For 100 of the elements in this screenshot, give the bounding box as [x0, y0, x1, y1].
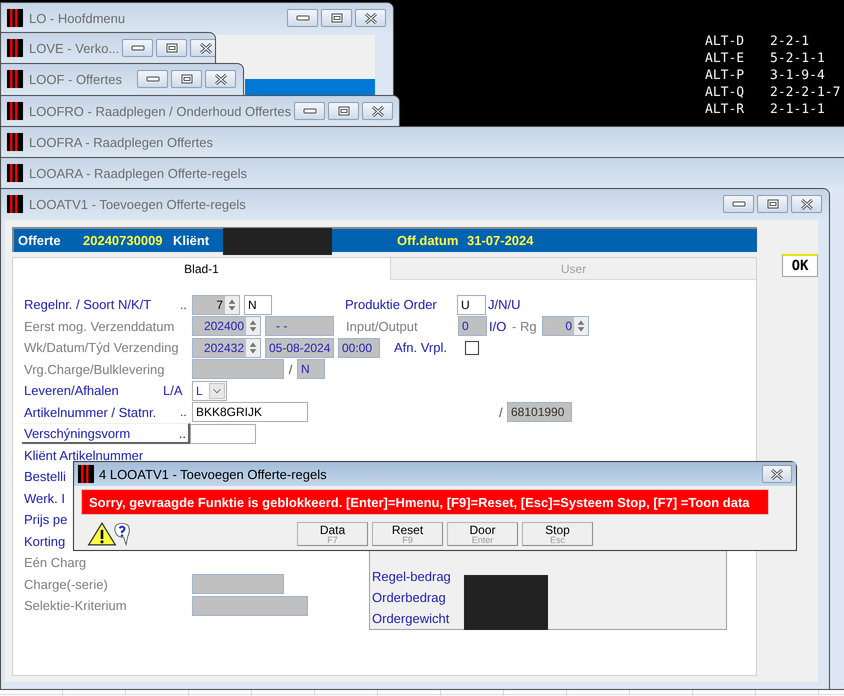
title-bar[interactable]: 4 LOOATV1 - Toevoegen Offerte-regels — [74, 462, 796, 486]
app-icon — [7, 9, 23, 27]
app-icon — [7, 133, 23, 151]
field-label: Artikelnummer / Statnr. — [24, 404, 158, 420]
lookup-button[interactable]: Verschýningsvorm .. — [22, 423, 190, 444]
total-label: Ordergewicht — [372, 610, 450, 628]
lookup-link[interactable]: .. — [180, 298, 192, 312]
input-field[interactable]: BKK8GRIJK — [192, 402, 308, 422]
close-icon — [770, 468, 784, 480]
app-icon — [78, 465, 94, 483]
spin-arrows-icon — [225, 296, 239, 314]
field-label: Vrg.Charge/Bulklevering — [24, 362, 166, 377]
minimize-icon — [146, 75, 160, 83]
maximize-button[interactable] — [156, 39, 188, 57]
field-label: Afn. Vrpl. — [394, 340, 448, 356]
title-bar[interactable]: LOOATV1 - Toevoegen Offerte-regels — [1, 189, 829, 219]
shortcut-path: 2-1-1-1 — [770, 101, 826, 118]
minimize-icon — [302, 107, 317, 115]
minimize-button[interactable] — [287, 9, 318, 27]
app-icon — [7, 39, 23, 57]
field-label: Eén Charg — [24, 555, 86, 570]
dropdown-field[interactable]: L — [192, 380, 227, 401]
dialog-button[interactable]: Reset F9 — [372, 522, 443, 546]
maximize-button[interactable] — [171, 70, 202, 88]
maximize-button[interactable] — [321, 9, 352, 27]
maximize-button[interactable] — [328, 102, 360, 120]
offer-label: Offerte — [18, 233, 62, 248]
window-title: LO - Hoofdmenu — [29, 10, 126, 26]
field-label: Korting — [24, 534, 66, 549]
field-label: Produktie Order — [345, 297, 438, 312]
input-field[interactable] — [192, 596, 308, 616]
input-field[interactable]: U — [457, 294, 486, 315]
caret-icon — [209, 382, 225, 399]
close-button[interactable] — [205, 70, 236, 88]
title-bar[interactable]: LO - Hoofdmenu — [1, 3, 393, 33]
title-bar[interactable]: LOOFRA - Raadplegen Offertes — [1, 127, 844, 157]
field-label: Kliënt Artikelnummer — [24, 448, 144, 463]
dialog-button[interactable]: Stop Esc — [522, 522, 593, 546]
close-icon — [370, 106, 385, 116]
maximize-icon — [330, 13, 342, 23]
time-field[interactable]: 00:00 — [338, 338, 380, 358]
input-field[interactable]: 0 — [458, 316, 487, 336]
close-icon — [198, 42, 213, 54]
spin-field[interactable]: 202432 — [192, 338, 261, 358]
spin-field[interactable]: 202400 — [192, 316, 261, 336]
input-field[interactable]: N — [297, 359, 325, 380]
date-field[interactable]: 05-08-2024 — [265, 338, 334, 358]
title-bar[interactable]: LOOARA - Raadplegen Offerte-regels — [1, 158, 844, 188]
separator-text: / — [499, 404, 504, 420]
field-hint: I/O — [489, 318, 508, 334]
close-button[interactable] — [355, 9, 386, 27]
close-button[interactable] — [190, 39, 215, 57]
input-field[interactable] — [190, 424, 256, 444]
spin-arrows-icon — [246, 317, 260, 336]
shortcut-path: 5-2-1-1 — [770, 50, 826, 67]
checkbox[interactable] — [465, 340, 479, 355]
close-button[interactable] — [791, 195, 822, 213]
title-bar[interactable]: LOVE - Verko... — [1, 33, 215, 63]
shortcut-key: ALT-Q — [705, 84, 770, 101]
help-bubble-icon — [113, 521, 131, 547]
field-label: Leveren/Afhalen — [24, 383, 120, 398]
close-button[interactable] — [362, 102, 394, 120]
input-field[interactable] — [192, 359, 284, 380]
offer-number: 20240730009 — [83, 233, 164, 248]
window-title: LOOARA - Raadplegen Offerte-regels — [29, 166, 247, 180]
total-label: Regel-bedrag — [372, 568, 452, 586]
field-label: Selektie-Kriterium — [24, 598, 128, 614]
maximize-button[interactable] — [757, 195, 788, 213]
ok-button[interactable]: OK — [782, 254, 818, 277]
minimize-button[interactable] — [723, 195, 754, 213]
minimize-button[interactable] — [137, 70, 168, 88]
input-field[interactable]: N — [244, 294, 272, 315]
close-icon — [800, 198, 814, 210]
dialog-button[interactable]: Door Enter — [447, 522, 518, 546]
close-button[interactable] — [762, 465, 792, 483]
dialog-button[interactable]: Data F7 — [297, 522, 368, 546]
window-title: LOOF - Offertes — [29, 72, 122, 86]
field-hint: L/A — [163, 383, 184, 398]
input-field[interactable]: 68101990 — [507, 402, 572, 422]
input-field[interactable] — [192, 574, 284, 594]
shortcut-path: 2-2-2-1-7 — [770, 84, 840, 101]
lookup-link[interactable]: .. — [180, 405, 192, 420]
maximize-icon — [338, 106, 350, 116]
field-label: Wk/Datum/Týd Verzending — [24, 340, 180, 356]
dialog-title: 4 LOOATV1 - Toevoegen Offerte-regels — [99, 466, 328, 482]
window-title: LOOATV1 - Toevoegen Offerte-regels — [29, 196, 246, 212]
maximize-icon — [166, 43, 178, 53]
shortcut-key: ALT-D — [705, 33, 770, 50]
title-bar[interactable]: LOOFRO - Raadplegen / Onderhoud Offertes — [1, 96, 399, 126]
minimize-button[interactable] — [122, 39, 154, 57]
shortcut-key: ALT-E — [705, 50, 770, 67]
spin-field[interactable]: 7 — [192, 294, 240, 315]
close-icon — [214, 74, 228, 84]
title-bar[interactable]: LOOF - Offertes — [1, 64, 243, 94]
field-label: Werk. I — [24, 490, 65, 506]
spin-field[interactable]: 0 — [542, 316, 589, 336]
date-field[interactable]: - - — [265, 316, 334, 336]
minimize-button[interactable] — [294, 102, 326, 120]
spin-arrows-icon — [574, 317, 588, 336]
close-icon — [364, 12, 378, 24]
